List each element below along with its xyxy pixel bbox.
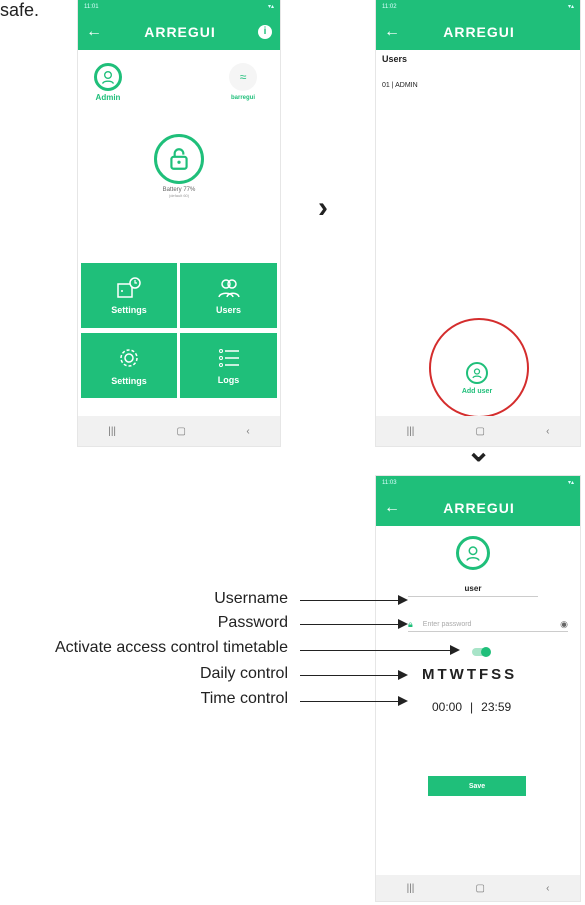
annotation-arrowhead — [450, 645, 460, 655]
app-bar: ← ARREGUI — [376, 13, 580, 50]
phone-screen-home: 11:01 ▾▴ ← ARREGUI i Admin ≈ barregui Bat… — [78, 0, 280, 446]
status-bar: 11:01 ▾▴ — [78, 0, 280, 13]
tile-users[interactable]: Users — [180, 263, 277, 328]
android-nav-bar: ||| ▢ ‹ — [376, 875, 580, 901]
annotation-arrowhead — [398, 696, 408, 706]
eye-icon[interactable]: ◉ — [560, 619, 568, 630]
back-nav-icon[interactable]: ‹ — [246, 426, 249, 437]
admin-label: Admin — [95, 93, 121, 102]
device-name: barregui — [230, 95, 255, 101]
info-icon[interactable]: i — [258, 24, 272, 39]
annotation-daily: Daily control — [199, 665, 288, 682]
brand-logo: ARREGUI — [443, 499, 515, 516]
home-icon[interactable]: ▢ — [177, 426, 186, 437]
password-field[interactable]: 🔒︎ Enter password ◉ — [408, 617, 568, 632]
time-control[interactable]: 00:00 | 23:59 — [432, 700, 511, 714]
phone-screen-users: 11:02 ▾▴ ← ARREGUI Users 01 | ADMIN Add u… — [376, 0, 580, 446]
weekday-selector[interactable]: MTWTFSS — [422, 666, 517, 683]
flow-arrow-right: › — [318, 191, 328, 224]
app-bar: ← ARREGUI — [376, 489, 580, 526]
brand-logo: ARREGUI — [443, 23, 515, 40]
username-value: user — [464, 584, 482, 593]
tile-label: Settings — [111, 375, 147, 386]
battery-sub: (default 60) — [168, 193, 190, 198]
user-list-item[interactable]: 01 | ADMIN — [382, 82, 418, 89]
annotation-password: Password — [217, 614, 288, 631]
users-icon — [217, 278, 240, 297]
recents-icon[interactable]: ||| — [407, 883, 415, 894]
wifi-icon[interactable]: ≈ — [229, 63, 257, 91]
add-user-label: Add user — [461, 388, 493, 395]
admin-avatar-icon[interactable] — [94, 63, 122, 91]
user-avatar-icon — [456, 536, 490, 570]
tile-settings-gear[interactable]: Settings — [81, 333, 177, 398]
time-separator: | — [470, 700, 474, 714]
save-button[interactable]: Save — [428, 776, 526, 796]
back-arrow-icon[interactable]: ← — [384, 499, 400, 516]
list-icon — [218, 348, 239, 367]
annotation-line — [300, 701, 400, 702]
annotation-username: Username — [214, 590, 288, 607]
annotation-arrowhead — [398, 670, 408, 680]
tile-label: Logs — [217, 374, 240, 385]
annotation-line — [300, 600, 400, 601]
phone-screen-add-user: 11:03 ▾▴ ← ARREGUI user 🔒︎ Enter password… — [376, 476, 580, 901]
brand-logo: ARREGUI — [144, 23, 216, 40]
gear-icon — [120, 348, 138, 367]
tile-logs[interactable]: Logs — [180, 333, 277, 398]
back-nav-icon[interactable]: ‹ — [546, 426, 549, 437]
back-nav-icon[interactable]: ‹ — [546, 883, 549, 894]
username-field[interactable]: user — [408, 584, 538, 597]
padlock-small-icon: 🔒︎ — [408, 618, 413, 629]
door-timer-icon — [117, 276, 141, 298]
annotation-line — [300, 624, 400, 625]
home-icon[interactable]: ▢ — [475, 883, 484, 894]
recents-icon[interactable]: ||| — [108, 426, 116, 437]
tile-label: Settings — [111, 304, 147, 315]
time-from[interactable]: 00:00 — [432, 700, 462, 714]
recents-icon[interactable]: ||| — [407, 426, 415, 437]
tile-settings-timer[interactable]: Settings — [81, 263, 177, 328]
annotation-line — [300, 650, 452, 651]
status-bar: 11:02 ▾▴ — [376, 0, 580, 13]
users-section-title: Users — [382, 54, 408, 64]
tile-label: Users — [215, 304, 242, 315]
timetable-toggle[interactable] — [472, 647, 491, 657]
annotation-timetable: Activate access control timetable — [55, 639, 288, 656]
annotation-arrowhead — [398, 595, 408, 605]
add-user-icon — [466, 362, 488, 384]
status-bar: 11:03 ▾▴ — [376, 476, 580, 489]
app-bar: ← ARREGUI i — [78, 13, 280, 50]
android-nav-bar: ||| ▢ ‹ — [78, 416, 280, 446]
password-placeholder: Enter password — [422, 620, 472, 628]
time-to[interactable]: 23:59 — [481, 700, 511, 714]
instruction-fragment: safe. — [0, 0, 40, 20]
annotation-time: Time control — [200, 690, 288, 707]
padlock-icon — [170, 148, 188, 170]
lock-open-button[interactable] — [154, 134, 204, 184]
add-user-button[interactable]: Add user — [442, 362, 512, 395]
annotation-line — [300, 675, 400, 676]
flow-arrow-down: ⌄ — [466, 435, 492, 468]
back-arrow-icon[interactable]: ← — [384, 23, 400, 40]
back-arrow-icon[interactable]: ← — [86, 23, 102, 40]
annotation-arrowhead — [398, 619, 408, 629]
